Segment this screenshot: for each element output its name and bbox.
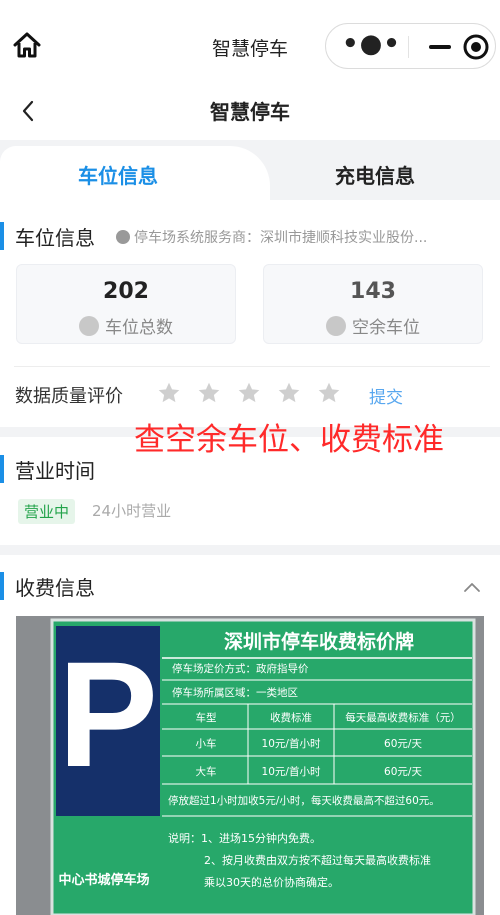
more-menu-button[interactable]: •●• xyxy=(342,31,400,60)
divider xyxy=(14,366,490,367)
sign-header-max: 每天最高收费标准（元） xyxy=(345,711,461,724)
open-status-badge: 营业中 xyxy=(18,499,76,524)
info-icon xyxy=(116,230,130,244)
annotation-overlay-text: 查空余车位、收费标准 xyxy=(134,422,444,458)
sign-area: 停车场所属区域：一类地区 xyxy=(172,686,298,699)
sign-cell: 60元/天 xyxy=(384,738,422,750)
sign-pricing-method: 停车场定价方式：政府指导价 xyxy=(172,662,309,675)
minimize-button[interactable] xyxy=(425,36,455,58)
free-spaces-card: 143 空余车位 xyxy=(263,264,483,344)
hours-section-title: 营业时间 xyxy=(15,459,95,483)
sign-extra-note: 停放超过1小时加收5元/小时，每天收费最高不超过60元。 xyxy=(168,794,440,807)
free-spaces-label-wrap: 空余车位 xyxy=(264,313,482,338)
sign-cell: 小车 xyxy=(196,737,217,750)
chevron-up-icon[interactable] xyxy=(460,576,484,600)
rating-star-icon[interactable] xyxy=(316,380,342,406)
provider-text: 停车场系统服务商：深圳市捷顺科技实业股份... xyxy=(134,230,428,246)
car-icon xyxy=(79,316,99,336)
sign-title: 深圳市停车收费标价牌 xyxy=(224,630,414,653)
rating-star-icon[interactable] xyxy=(196,380,222,406)
capsule-divider xyxy=(408,36,409,58)
page-title: 智慧停车 xyxy=(210,100,290,124)
fee-sign-photo: P 深圳市停车收费标价牌 停车场定价方式：政府指导价 停车场所属区域：一类地区 … xyxy=(16,616,484,915)
close-target-button[interactable] xyxy=(461,32,491,62)
mini-program-capsule: •●• xyxy=(325,23,496,69)
sign-lot-name: 中心书城停车场 xyxy=(58,872,149,888)
total-spaces-card: 202 车位总数 xyxy=(16,264,236,344)
total-spaces-label-wrap: 车位总数 xyxy=(17,313,235,338)
total-spaces-label: 车位总数 xyxy=(105,318,173,338)
sign-cell: 10元/首小时 xyxy=(262,765,321,778)
section-accent-bar xyxy=(0,222,4,250)
section-accent-bar xyxy=(0,455,4,483)
car-icon xyxy=(326,316,346,336)
sign-header-type: 车型 xyxy=(196,711,217,724)
hours-text: 24小时营业 xyxy=(92,502,172,520)
free-spaces-value: 143 xyxy=(350,279,396,304)
rating-star-icon[interactable] xyxy=(236,380,262,406)
section-accent-bar xyxy=(0,572,4,600)
sign-header-rate: 收费标准 xyxy=(270,711,312,724)
total-spaces-value: 202 xyxy=(103,279,149,304)
rating-star-icon[interactable] xyxy=(276,380,302,406)
section-gap xyxy=(0,545,500,555)
sign-note-line: 说明：1、进场15分钟内免费。 xyxy=(168,831,321,845)
sign-cell: 大车 xyxy=(196,765,217,778)
sign-p-letter: P xyxy=(58,630,158,798)
sign-cell: 60元/天 xyxy=(384,766,422,778)
sign-note-line: 2、按月收费由双方按不超过每天最高收费标准 xyxy=(204,853,431,867)
tab-parking-label[interactable]: 车位信息 xyxy=(78,160,158,189)
parking-section-title: 车位信息 xyxy=(15,226,95,250)
free-spaces-label: 空余车位 xyxy=(352,318,420,338)
tab-charging[interactable]: 充电信息 xyxy=(335,160,415,189)
rating-star-icon[interactable] xyxy=(156,380,182,406)
sign-note-line: 乘以30天的总价协商确定。 xyxy=(204,875,339,889)
fees-section-title: 收费信息 xyxy=(15,576,95,600)
submit-rating-link[interactable]: 提交 xyxy=(369,383,403,408)
rating-label: 数据质量评价 xyxy=(15,386,123,407)
sign-cell: 10元/首小时 xyxy=(262,737,321,750)
provider-info: 停车场系统服务商：深圳市捷顺科技实业股份... xyxy=(116,227,486,247)
